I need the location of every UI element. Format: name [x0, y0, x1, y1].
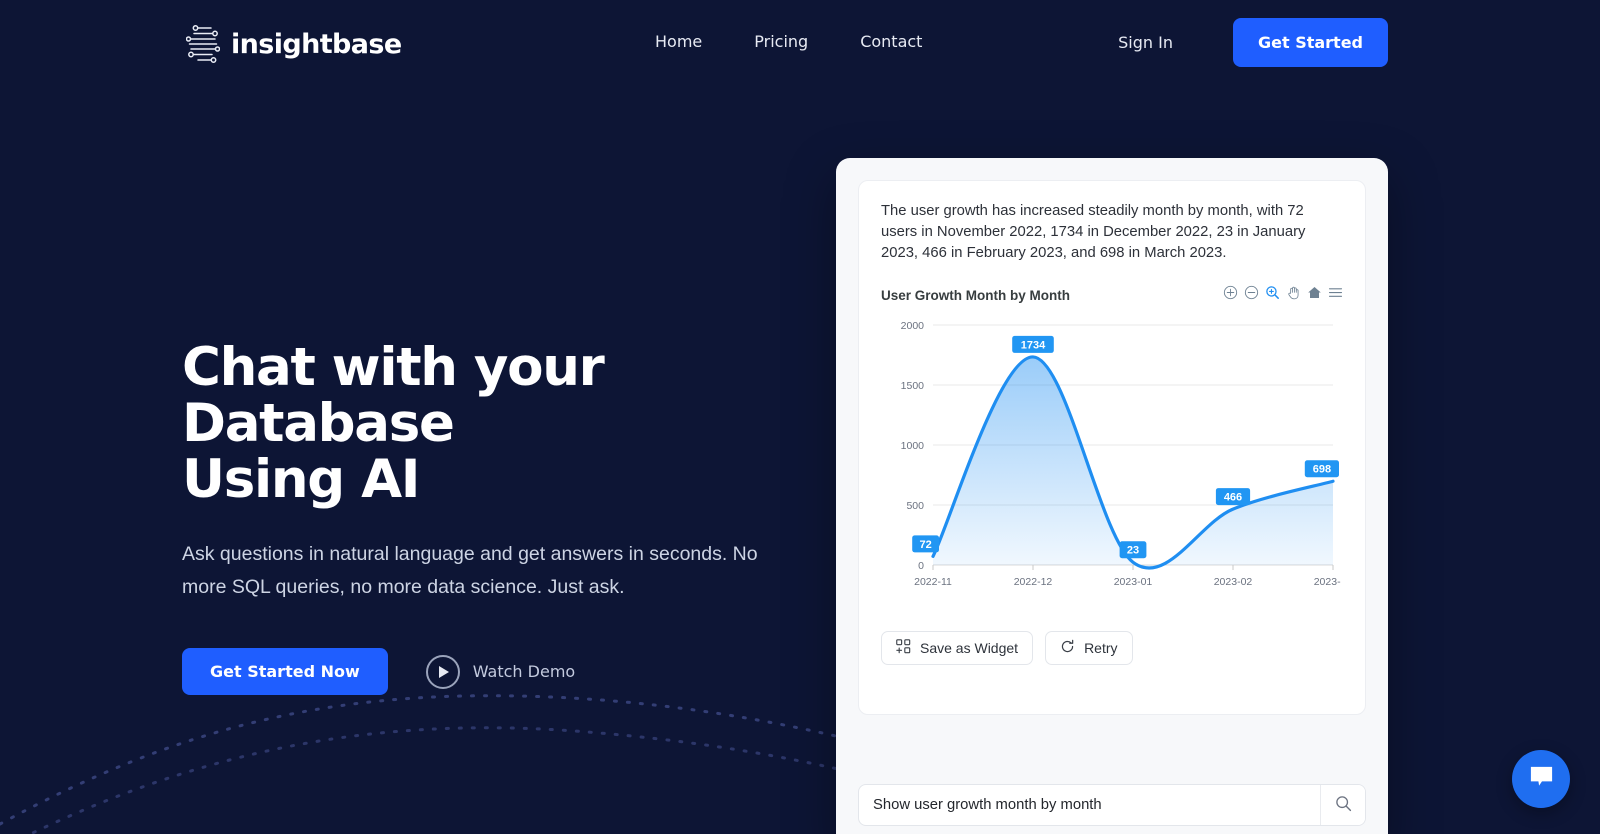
search-button[interactable] [1320, 785, 1365, 825]
brand-logo-link[interactable]: insightbase [186, 24, 402, 64]
sign-in-link[interactable]: Sign In [1118, 33, 1173, 52]
chart-header: User Growth Month by Month [881, 285, 1343, 305]
result-panel: The user growth has increased steadily m… [858, 180, 1366, 715]
y-axis-tick: 2000 [901, 320, 925, 332]
get-started-button[interactable]: Get Started [1233, 18, 1388, 67]
x-axis-tick: 2023-02 [1214, 576, 1253, 588]
y-axis-tick: 1500 [901, 380, 925, 392]
answer-text: The user growth has increased steadily m… [881, 201, 1343, 263]
svg-text:23: 23 [1127, 545, 1139, 557]
chart-title: User Growth Month by Month [881, 288, 1070, 303]
demo-card: The user growth has increased steadily m… [836, 158, 1388, 834]
reset-home-icon[interactable] [1307, 285, 1322, 305]
svg-text:1734: 1734 [1021, 340, 1046, 352]
query-bar [858, 784, 1366, 826]
nav-item-contact[interactable]: Contact [860, 32, 922, 51]
y-axis-tick: 0 [918, 560, 924, 572]
svg-text:72: 72 [919, 539, 931, 551]
x-axis-tick: 2022-12 [1014, 576, 1053, 588]
x-axis-tick: 2023-01 [1114, 576, 1153, 588]
y-axis-tick: 500 [906, 500, 924, 512]
watch-demo-label: Watch Demo [473, 662, 575, 681]
hero-title-line-2: Using AI [182, 449, 419, 510]
user-growth-chart[interactable]: 2000 1500 1000 500 0 2022-11 2022-12 2023-01 202… [881, 311, 1341, 611]
nav-item-pricing[interactable]: Pricing [754, 32, 808, 51]
chat-bubble-icon [1528, 763, 1555, 795]
refresh-icon [1060, 639, 1075, 657]
brand-name: insightbase [231, 29, 402, 60]
chart-data-label: 72 [912, 536, 939, 553]
hero-section: Chat with your Database Using AI Ask que… [182, 340, 802, 695]
watch-demo-button[interactable]: Watch Demo [426, 655, 575, 689]
retry-button[interactable]: Retry [1045, 631, 1132, 665]
search-input[interactable] [859, 785, 1320, 825]
nav-item-home[interactable]: Home [655, 32, 702, 51]
get-started-now-button[interactable]: Get Started Now [182, 648, 388, 695]
svg-text:466: 466 [1224, 492, 1242, 504]
play-icon [426, 655, 460, 689]
save-as-widget-label: Save as Widget [920, 640, 1018, 656]
y-axis-tick: 1000 [901, 440, 925, 452]
hero-title-line-1: Chat with your Database [182, 337, 603, 454]
zoom-in-icon[interactable] [1223, 285, 1238, 305]
chart-data-label: 23 [1120, 542, 1147, 559]
site-header: insightbase Home Pricing Contact Sign In… [0, 0, 1600, 88]
chart-data-label: 698 [1305, 461, 1339, 478]
x-axis-tick: 2023-03 [1314, 576, 1341, 588]
svg-text:698: 698 [1313, 464, 1331, 476]
chat-widget-button[interactable] [1512, 750, 1570, 808]
retry-label: Retry [1084, 640, 1117, 656]
hero-subtitle: Ask questions in natural language and ge… [182, 538, 772, 604]
selection-zoom-icon[interactable] [1265, 285, 1280, 305]
page-title: Chat with your Database Using AI [182, 340, 802, 508]
card-actions: Save as Widget Retry [881, 631, 1343, 665]
save-as-widget-button[interactable]: Save as Widget [881, 631, 1033, 665]
chart-area-fill [933, 357, 1333, 568]
chart-data-label: 1734 [1012, 336, 1054, 353]
x-axis-tick: 2022-11 [914, 576, 952, 588]
main-nav: Home Pricing Contact [655, 32, 922, 51]
hero-actions: Get Started Now Watch Demo [182, 648, 802, 695]
search-icon [1335, 795, 1352, 815]
menu-icon[interactable] [1328, 285, 1343, 305]
pan-icon[interactable] [1286, 285, 1301, 305]
header-actions: Sign In Get Started [1118, 18, 1388, 67]
widget-grid-icon [896, 639, 911, 657]
chart-data-label: 466 [1216, 488, 1250, 505]
chart-toolbar [1223, 285, 1343, 305]
zoom-out-icon[interactable] [1244, 285, 1259, 305]
database-nodes-icon [186, 24, 220, 64]
